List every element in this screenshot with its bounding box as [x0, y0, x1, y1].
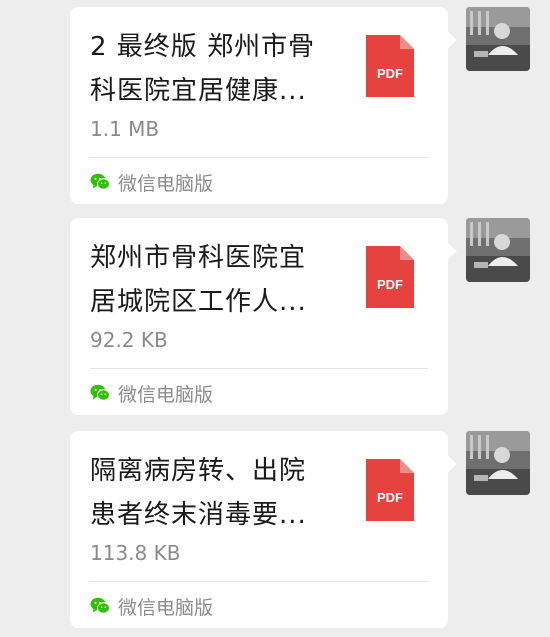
chat-message-1: 2 最终版 郑州市骨 科医院宜居健康... 1.1 MB PDF 微信电脑版 [0, 7, 550, 207]
wechat-icon [90, 384, 110, 401]
source-row: 微信电脑版 [90, 591, 213, 621]
source-label: 微信电脑版 [118, 172, 214, 195]
file-size: 1.1 MB [90, 117, 160, 141]
avatar-photo [466, 7, 530, 71]
file-name-line-1: 2 最终版 郑州市骨 [90, 32, 316, 62]
file-size: 92.2 KB [90, 328, 168, 352]
file-message-bubble[interactable]: 隔离病房转、出院 患者终末消毒要... 113.8 KB PDF 微信电脑版 [70, 431, 457, 628]
avatar[interactable] [466, 7, 530, 71]
wechat-icon [90, 173, 110, 190]
chat-message-2: 郑州市骨科医院宜 居城院区工作人... 92.2 KB PDF 微信电脑版 [0, 218, 550, 418]
pdf-label: PDF [377, 490, 403, 505]
divider [90, 157, 428, 158]
file-size: 113.8 KB [90, 541, 181, 565]
pdf-label: PDF [377, 66, 403, 81]
pdf-label: PDF [377, 277, 403, 292]
divider [90, 581, 428, 582]
source-row: 微信电脑版 [90, 167, 213, 197]
file-name-line-2: 科医院宜居健康... [90, 76, 307, 106]
source-label: 微信电脑版 [118, 383, 214, 406]
source-label: 微信电脑版 [118, 596, 214, 619]
avatar-photo [466, 218, 530, 282]
avatar[interactable] [466, 218, 530, 282]
file-name: 2 最终版 郑州市骨 科医院宜居健康... [90, 25, 348, 113]
file-name-line-2: 患者终末消毒要... [90, 500, 307, 530]
chat-message-3: 隔离病房转、出院 患者终末消毒要... 113.8 KB PDF 微信电脑版 [0, 431, 550, 631]
file-name-line-1: 隔离病房转、出院 [90, 456, 307, 486]
file-name-line-1: 郑州市骨科医院宜 [90, 243, 307, 273]
avatar[interactable] [466, 431, 530, 495]
pdf-file-icon: PDF [366, 459, 414, 521]
file-message-bubble[interactable]: 2 最终版 郑州市骨 科医院宜居健康... 1.1 MB PDF 微信电脑版 [70, 7, 457, 204]
file-name-line-2: 居城院区工作人... [90, 287, 307, 317]
divider [90, 368, 428, 369]
file-message-bubble[interactable]: 郑州市骨科医院宜 居城院区工作人... 92.2 KB PDF 微信电脑版 [70, 218, 457, 415]
pdf-file-icon: PDF [366, 246, 414, 308]
file-name: 隔离病房转、出院 患者终末消毒要... [90, 449, 348, 537]
source-row: 微信电脑版 [90, 378, 213, 408]
pdf-file-icon: PDF [366, 35, 414, 97]
avatar-photo [466, 431, 530, 495]
wechat-icon [90, 597, 110, 614]
file-name: 郑州市骨科医院宜 居城院区工作人... [90, 236, 348, 324]
